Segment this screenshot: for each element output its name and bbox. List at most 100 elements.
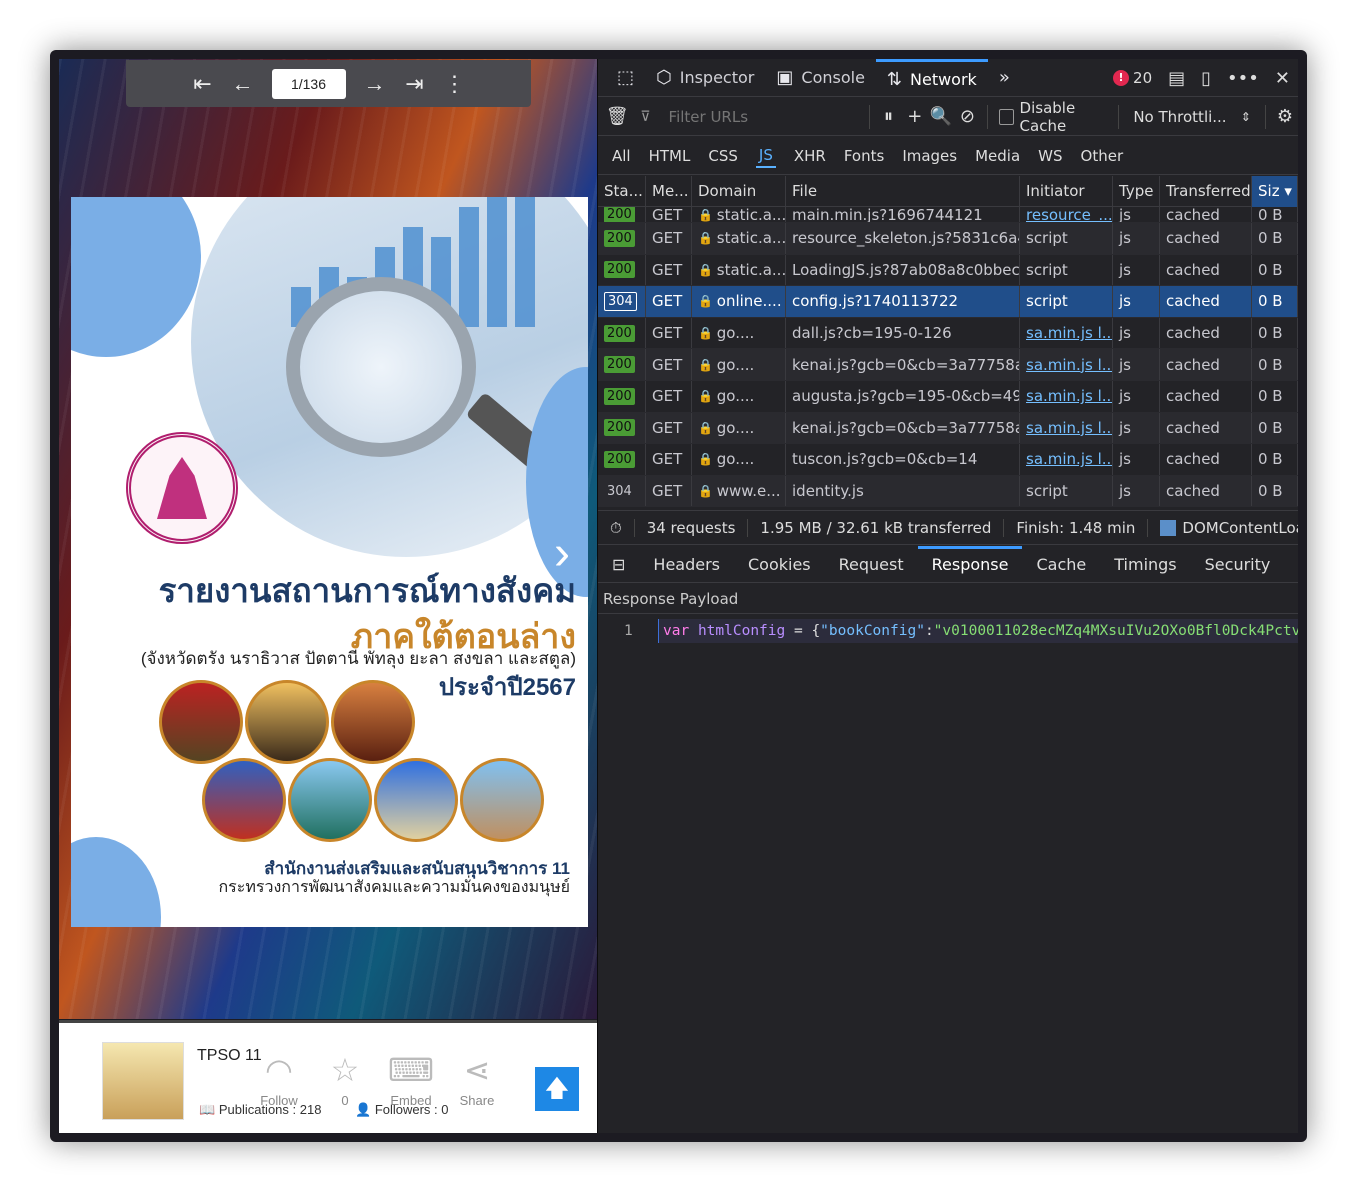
type-filter-ws[interactable]: WS (1038, 147, 1062, 165)
response-code-view[interactable]: 1 var htmlConfig = {"bookConfig":"v01000… (598, 614, 1298, 1133)
throttling-select[interactable]: No Throttli... (1133, 108, 1226, 126)
detail-tab-request[interactable]: Request (825, 546, 918, 583)
photo-detail (459, 207, 479, 327)
cell-file: kenai.js?gcb=0&cb=3a77758ac9 (786, 412, 1020, 444)
type-filter-xhr[interactable]: XHR (794, 147, 826, 165)
embed-button[interactable]: ⌨ Embed (381, 1051, 441, 1108)
cell-file: dall.js?cb=195-0-126 (786, 317, 1020, 349)
cell-initiator: sa.min.js l... (1020, 349, 1113, 380)
more-options-icon[interactable]: ⋮ (444, 71, 466, 97)
transferred-text: cached (1166, 387, 1220, 406)
plus-icon[interactable]: + (902, 106, 928, 127)
file-text: dall.js?cb=195-0-126 (792, 324, 952, 343)
clear-trash-icon[interactable]: 🗑 (604, 106, 630, 127)
book-cover[interactable]: รายงานสถานการณ์ทางสังคม ภาคใต้ตอนล่าง (จ… (71, 197, 588, 927)
first-page-icon[interactable]: ⇤ (192, 71, 214, 97)
detail-tab-cookies[interactable]: Cookies (734, 546, 825, 583)
publisher-avatar[interactable] (102, 1042, 184, 1120)
error-count[interactable]: ! 20 (1113, 69, 1152, 87)
type-filter-all[interactable]: All (612, 147, 631, 165)
type-filter-media[interactable]: Media (975, 147, 1020, 165)
table-row[interactable]: 200 GET 🔒 static.a... main.min.js?169674412… (598, 207, 1298, 223)
type-filter-js[interactable]: JS (755, 144, 776, 168)
toggle-sidebar-icon[interactable]: ⊟ (598, 546, 639, 583)
type-filter-images[interactable]: Images (902, 147, 957, 165)
initiator-link[interactable]: sa.min.js l... (1026, 324, 1112, 342)
type-filter-fonts[interactable]: Fonts (844, 147, 884, 165)
table-row[interactable]: 200 GET 🔒 go.... kenai.js?gcb=0&cb=3a77758a… (598, 349, 1298, 381)
page-number-input[interactable] (271, 68, 346, 99)
col-size[interactable]: Siz ▾ (1252, 176, 1298, 207)
block-icon[interactable]: ⊘ (954, 106, 980, 127)
close-icon[interactable]: ✕ (1275, 68, 1290, 89)
col-domain[interactable]: Domain (692, 176, 786, 207)
initiator-link[interactable]: sa.min.js l... (1026, 419, 1112, 437)
request-count: 34 requests (635, 518, 749, 537)
col-initiator[interactable]: Initiator (1020, 176, 1113, 207)
type-text: js (1119, 207, 1131, 222)
code-icon: ⌨ (387, 1052, 435, 1088)
tab-label: Console (801, 68, 865, 87)
detail-tab-security[interactable]: Security (1191, 546, 1285, 583)
table-row[interactable]: 304 GET 🔒 online.... config.js?1740113722 sc… (598, 286, 1298, 318)
table-row[interactable]: 200 GET 🔒 go.... augusta.js?gcb=195-0&cb=49… (598, 380, 1298, 413)
scroll-top-button[interactable]: 🡅 (535, 1067, 579, 1111)
initiator-link[interactable]: resource_... (1026, 207, 1112, 222)
table-row[interactable]: 200 GET 🔒 static.a... LoadingJS.js?87ab08a8… (598, 254, 1298, 287)
col-method[interactable]: Me... (646, 176, 692, 207)
cover-circle-photo (159, 680, 243, 764)
detail-tab-headers[interactable]: Headers (639, 546, 734, 583)
split-console-icon[interactable]: ▤ (1168, 68, 1185, 89)
table-row[interactable]: 200 GET 🔒 static.a... resource_skeleton.js?… (598, 223, 1298, 255)
responsive-design-icon[interactable]: ▯ (1201, 68, 1211, 89)
col-file[interactable]: File (786, 176, 1020, 207)
pause-icon[interactable]: ⏸ (875, 106, 901, 127)
cell-domain: 🔒 static.a... (692, 254, 786, 286)
col-transferred[interactable]: Transferred (1160, 176, 1252, 207)
type-filter-html[interactable]: HTML (649, 147, 691, 165)
prev-page-icon[interactable]: ← (232, 71, 254, 97)
table-row[interactable]: 304 GET 🔒 www.e... identity.js script js cache… (598, 475, 1298, 508)
cell-transferred: cached (1160, 412, 1252, 444)
next-page-arrow-icon[interactable]: › (554, 529, 584, 579)
col-type[interactable]: Type (1113, 176, 1160, 207)
more-tabs-button[interactable]: » (988, 59, 1021, 97)
next-page-icon[interactable]: → (364, 71, 386, 97)
code-variable: htmlConfig (697, 623, 786, 639)
disable-cache-checkbox[interactable]: Disable Cache (999, 99, 1112, 135)
detail-tab-timings[interactable]: Timings (1100, 546, 1190, 583)
tab-network[interactable]: ⇅ Network (875, 58, 988, 97)
code-keyword: var (663, 623, 690, 639)
initiator-link[interactable]: sa.min.js l... (1026, 387, 1112, 405)
element-picker-button[interactable]: ⬚ (606, 59, 645, 97)
detail-tab-response[interactable]: Response (917, 545, 1023, 583)
type-filter-other[interactable]: Other (1081, 147, 1124, 165)
initiator-link[interactable]: sa.min.js l... (1026, 356, 1112, 374)
ministry-seal-logo (126, 432, 238, 544)
gear-icon[interactable]: ⚙ (1272, 106, 1298, 127)
cell-size: 0 B (1252, 412, 1298, 444)
like-button[interactable]: ☆ 0 (315, 1051, 375, 1108)
table-row[interactable]: 200 GET 🔒 go.... dall.js?cb=195-0-126 sa.min… (598, 317, 1298, 350)
search-icon[interactable]: 🔍 (928, 106, 954, 127)
cell-file: identity.js (786, 475, 1020, 507)
col-status[interactable]: Sta... (598, 176, 646, 207)
file-text: kenai.js?gcb=0&cb=3a77758ac9 (792, 418, 1020, 437)
domain-text: go.... (716, 418, 755, 437)
tab-console[interactable]: ▣ Console (765, 59, 876, 97)
cell-initiator: script (1020, 475, 1113, 507)
type-filter-css[interactable]: CSS (708, 147, 738, 165)
table-row[interactable]: 200 GET 🔒 go.... kenai.js?gcb=0&cb=3a77758a… (598, 412, 1298, 445)
initiator-link[interactable]: sa.min.js l... (1026, 450, 1112, 468)
follow-button[interactable]: ◠ Follow (249, 1051, 309, 1108)
last-page-icon[interactable]: ⇥ (404, 71, 426, 97)
file-text: augusta.js?gcb=195-0&cb=49 (792, 387, 1020, 406)
code-line[interactable]: var htmlConfig = {"bookConfig":"v0100011… (658, 619, 1298, 643)
tab-inspector[interactable]: ⬡ Inspector (645, 59, 765, 97)
share-button[interactable]: ⋖ Share (447, 1051, 507, 1108)
filter-urls-input[interactable] (664, 102, 863, 131)
type-text: js (1119, 260, 1131, 279)
meatball-menu-icon[interactable]: ••• (1227, 68, 1259, 89)
detail-tab-cache[interactable]: Cache (1022, 546, 1100, 583)
table-row[interactable]: 200 GET 🔒 go.... tuscon.js?gcb=0&cb=14 sa.mi… (598, 444, 1298, 476)
